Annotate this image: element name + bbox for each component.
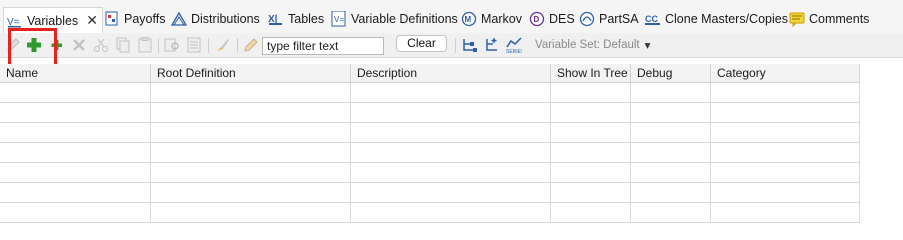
column-divider bbox=[710, 83, 711, 223]
table-row[interactable] bbox=[0, 143, 860, 163]
partsa-icon bbox=[579, 11, 595, 27]
distributions-icon bbox=[170, 11, 188, 27]
tab-label: Payoffs bbox=[124, 12, 166, 26]
chevron-down-icon: ▾ bbox=[644, 40, 651, 52]
des-icon: D bbox=[529, 11, 545, 27]
expand-tree-icon[interactable] bbox=[484, 37, 500, 53]
table-row[interactable] bbox=[0, 123, 860, 143]
tab-des[interactable]: D DES bbox=[529, 9, 575, 29]
brush-icon[interactable] bbox=[215, 37, 231, 53]
column-divider bbox=[859, 83, 860, 223]
clear-button[interactable]: Clear bbox=[396, 35, 447, 52]
highlight-box bbox=[8, 28, 57, 67]
svg-text:CC: CC bbox=[645, 14, 658, 24]
toolbar-separator bbox=[237, 38, 238, 53]
tab-partsa[interactable]: PartSA bbox=[579, 9, 639, 29]
column-header-debug[interactable]: Debug bbox=[631, 64, 711, 83]
table-row[interactable] bbox=[0, 163, 860, 183]
table-row[interactable] bbox=[0, 83, 860, 103]
tab-label: Variables bbox=[27, 13, 79, 28]
comments-icon bbox=[789, 11, 805, 28]
svg-text:SERIES: SERIES bbox=[506, 49, 522, 53]
svg-text:V=: V= bbox=[334, 15, 344, 24]
series-icon[interactable]: SERIES bbox=[506, 37, 525, 55]
tab-markov[interactable]: M Markov bbox=[461, 9, 522, 29]
variable-set-dropdown[interactable]: Variable Set: Default ▾ bbox=[535, 38, 650, 52]
column-header-description[interactable]: Description bbox=[351, 64, 551, 83]
tab-comments[interactable]: Comments bbox=[789, 9, 869, 29]
column-header-root-definition[interactable]: Root Definition bbox=[151, 64, 351, 83]
tab-label: Comments bbox=[809, 12, 870, 26]
tab-tables[interactable]: X| Tables bbox=[268, 9, 324, 29]
tab-payoffs[interactable]: Payoffs bbox=[104, 9, 165, 29]
tab-label: Distributions bbox=[191, 12, 260, 26]
column-header-show-in-tree[interactable]: Show In Tree bbox=[551, 64, 631, 83]
column-header-name[interactable]: Name bbox=[0, 64, 151, 83]
toolbar-separator bbox=[208, 38, 209, 53]
variables-table: Name Root Definition Description Show In… bbox=[0, 64, 903, 223]
toolbar: Clear SERIES Variable Set: Default ▾ bbox=[0, 33, 903, 58]
svg-text:D: D bbox=[534, 15, 540, 24]
filter-pencil-icon bbox=[243, 37, 259, 53]
tab-label: Clone Masters/Copies bbox=[665, 12, 788, 26]
tree-view-icon[interactable] bbox=[461, 37, 477, 53]
variable-set-label: Variable Set: Default bbox=[535, 39, 640, 51]
table-row[interactable] bbox=[0, 203, 860, 223]
variable-definitions-icon: V= bbox=[331, 10, 347, 27]
markov-icon: M bbox=[461, 11, 477, 27]
filter-input[interactable] bbox=[262, 37, 384, 55]
tab-label: Variable Definitions bbox=[351, 12, 458, 26]
paste-icon[interactable] bbox=[137, 37, 153, 53]
toolbar-separator bbox=[158, 38, 159, 53]
table-row[interactable] bbox=[0, 103, 860, 123]
tab-bar: V= Variables ✕ Payoffs Distributions X| … bbox=[0, 0, 903, 33]
table-row[interactable] bbox=[0, 183, 860, 203]
column-header-category[interactable]: Category bbox=[711, 64, 860, 83]
clone-masters-icon: CC bbox=[645, 11, 661, 27]
find-icon[interactable] bbox=[164, 37, 180, 53]
close-icon[interactable]: ✕ bbox=[86, 12, 98, 29]
svg-text:M: M bbox=[465, 15, 472, 24]
tab-label: Markov bbox=[481, 12, 522, 26]
column-divider bbox=[150, 83, 151, 223]
table-header: Name Root Definition Description Show In… bbox=[0, 64, 860, 83]
tab-label: PartSA bbox=[599, 12, 639, 26]
tables-icon: X| bbox=[268, 11, 284, 27]
list-icon[interactable] bbox=[186, 37, 202, 53]
tab-label: DES bbox=[549, 12, 575, 26]
tab-distributions[interactable]: Distributions bbox=[170, 9, 260, 29]
delete-icon[interactable] bbox=[71, 37, 87, 53]
payoffs-icon bbox=[104, 11, 120, 27]
tab-label: Tables bbox=[288, 12, 325, 26]
toolbar-separator bbox=[455, 38, 456, 53]
tab-variable-definitions[interactable]: V= Variable Definitions bbox=[331, 9, 458, 29]
column-divider bbox=[350, 83, 351, 223]
variables-icon: V= bbox=[7, 13, 23, 29]
copy-icon[interactable] bbox=[115, 37, 131, 53]
cut-icon[interactable] bbox=[93, 37, 109, 53]
column-divider bbox=[550, 83, 551, 223]
column-divider bbox=[630, 83, 631, 223]
tab-clone-masters-copies[interactable]: CC Clone Masters/Copies bbox=[645, 9, 788, 29]
